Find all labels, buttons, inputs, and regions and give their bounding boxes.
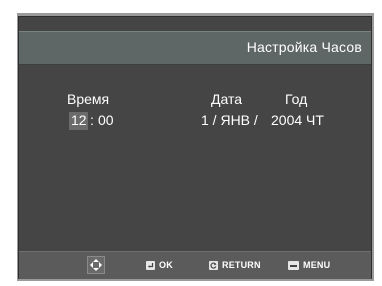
header-bar: Настройка Часов: [19, 31, 371, 65]
return-button[interactable]: RETURN: [209, 257, 261, 273]
return-arrow-icon: [209, 260, 218, 270]
hour-field[interactable]: 12: [71, 112, 87, 128]
menu-icon: [288, 260, 299, 270]
year-field[interactable]: 2004 ЧТ: [271, 112, 324, 128]
time-label: Время: [67, 91, 110, 107]
menu-button[interactable]: MENU: [288, 257, 330, 273]
minute-field[interactable]: 00: [98, 112, 114, 128]
date-field[interactable]: 1 / ЯНВ /: [201, 112, 258, 128]
year-label: Год: [285, 91, 308, 107]
menu-label: MENU: [303, 260, 331, 270]
enter-icon: [146, 260, 155, 270]
nav-hint: [87, 256, 105, 274]
osd-screen: Настройка Часов Время 12 : 00 Дата 1 / Я…: [18, 16, 372, 279]
return-label: RETURN: [222, 260, 261, 270]
time-separator: :: [90, 112, 94, 128]
page-title: Настройка Часов: [246, 39, 362, 55]
ok-button[interactable]: OK: [146, 257, 173, 273]
directional-pad-icon: [87, 256, 105, 274]
ok-label: OK: [159, 260, 173, 270]
footer-bar: OK RETURN MENU: [19, 251, 371, 279]
date-label: Дата: [211, 91, 243, 107]
